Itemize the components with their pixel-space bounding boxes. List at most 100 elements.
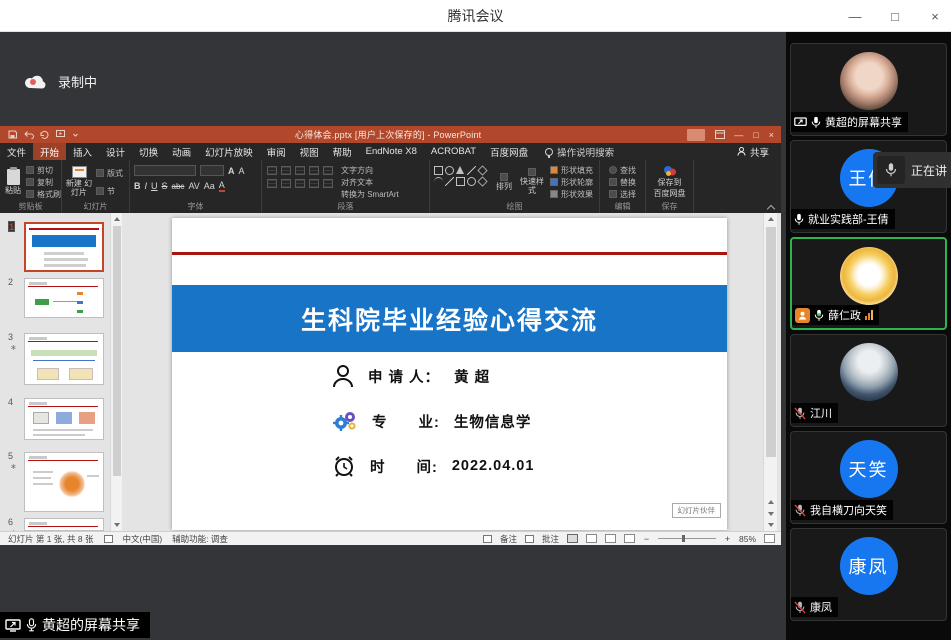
minimize-button[interactable]: — bbox=[847, 9, 863, 24]
tab-review[interactable]: 审阅 bbox=[260, 143, 293, 160]
tab-slideshow[interactable]: 幻灯片放映 bbox=[198, 143, 260, 160]
copy-button[interactable]: 复制 bbox=[26, 177, 61, 188]
previous-slide-button[interactable] bbox=[764, 496, 778, 507]
redo-button[interactable] bbox=[40, 130, 49, 139]
slide-field-date[interactable]: 时 间: 2022.04.01 bbox=[332, 453, 534, 479]
participant-tile[interactable]: 天笑 我自横刀向天笑 bbox=[790, 431, 947, 524]
scroll-up-button[interactable] bbox=[764, 213, 778, 225]
ribbon-display-options-icon[interactable] bbox=[715, 130, 724, 139]
increase-indent-button[interactable] bbox=[309, 166, 319, 175]
align-center-button[interactable] bbox=[281, 179, 291, 188]
scroll-down-button[interactable] bbox=[764, 519, 778, 531]
participant-tile[interactable]: 康凤 康凤 bbox=[790, 528, 947, 621]
scroll-up-button[interactable] bbox=[111, 213, 123, 225]
text-direction-button[interactable]: 文字方向 bbox=[341, 165, 399, 176]
font-color-button[interactable]: A bbox=[219, 180, 225, 192]
numbering-button[interactable] bbox=[281, 166, 291, 175]
slide-thumbnail-2[interactable] bbox=[24, 278, 104, 318]
align-text-button[interactable]: 对齐文本 bbox=[341, 177, 399, 188]
slideshow-view-button[interactable] bbox=[624, 534, 635, 543]
notes-button[interactable]: 备注 bbox=[500, 533, 517, 545]
language-status[interactable]: 中文(中国) bbox=[123, 533, 163, 545]
slide-title-box[interactable]: 生科院毕业经验心得交流 bbox=[172, 285, 727, 352]
undo-button[interactable] bbox=[24, 130, 33, 139]
format-painter-button[interactable]: 格式刷 bbox=[26, 189, 61, 200]
paste-button[interactable]: 粘贴 bbox=[0, 163, 26, 201]
tab-transitions[interactable]: 切换 bbox=[132, 143, 165, 160]
ppt-close-button[interactable]: × bbox=[769, 130, 774, 140]
slide-field-major[interactable]: 专 业: 生物信息学 bbox=[332, 408, 531, 434]
thumbnail-scrollbar[interactable] bbox=[110, 213, 122, 531]
participant-tile-active-speaker[interactable]: 薛仁政 bbox=[790, 237, 947, 330]
fit-to-window-button[interactable] bbox=[764, 534, 775, 543]
quick-styles-button[interactable]: 快速样式 bbox=[517, 168, 547, 196]
zoom-slider-knob[interactable] bbox=[682, 535, 685, 542]
close-button[interactable]: × bbox=[927, 9, 943, 24]
slide-thumbnail-4[interactable] bbox=[24, 398, 104, 440]
ppt-minimize-button[interactable]: — bbox=[734, 130, 743, 140]
slide-field-applicant[interactable]: 申 请 人： 黄 超 bbox=[332, 363, 490, 389]
decrease-indent-button[interactable] bbox=[295, 166, 305, 175]
tab-animations[interactable]: 动画 bbox=[165, 143, 198, 160]
tell-me-search[interactable]: 操作说明搜索 bbox=[535, 143, 624, 160]
underline-button[interactable]: U bbox=[151, 181, 158, 191]
slide-sorter-view-button[interactable] bbox=[586, 534, 597, 543]
save-to-baidu-netdisk-button[interactable]: 保存到 百度网盘 bbox=[653, 163, 687, 201]
tab-design[interactable]: 设计 bbox=[99, 143, 132, 160]
zoom-in-button[interactable]: + bbox=[724, 534, 731, 544]
character-spacing-button[interactable]: AV bbox=[188, 181, 199, 191]
collapse-ribbon-button[interactable] bbox=[767, 205, 775, 210]
tab-insert[interactable]: 插入 bbox=[66, 143, 99, 160]
change-case-button[interactable]: Aa bbox=[204, 181, 215, 191]
tab-help[interactable]: 帮助 bbox=[326, 143, 359, 160]
select-button[interactable]: 选择 bbox=[609, 189, 636, 200]
document-scrollbar[interactable] bbox=[763, 213, 777, 531]
tab-home[interactable]: 开始 bbox=[33, 143, 66, 160]
comments-button[interactable]: 批注 bbox=[542, 533, 559, 545]
slide-thumbnail-6[interactable] bbox=[24, 518, 104, 531]
justify-button[interactable] bbox=[309, 179, 319, 188]
zoom-slider[interactable] bbox=[658, 538, 716, 539]
shrink-font-button[interactable]: A bbox=[239, 166, 245, 176]
grow-font-button[interactable]: A bbox=[228, 166, 235, 176]
normal-view-button[interactable] bbox=[567, 534, 578, 543]
accessibility-status[interactable]: 辅助功能: 调查 bbox=[172, 533, 228, 545]
tab-endnote[interactable]: EndNote X8 bbox=[359, 143, 424, 160]
maximize-button[interactable]: □ bbox=[887, 9, 903, 24]
bullets-button[interactable] bbox=[267, 166, 277, 175]
line-spacing-button[interactable] bbox=[323, 166, 333, 175]
columns-button[interactable] bbox=[323, 179, 333, 188]
cut-button[interactable]: 剪切 bbox=[26, 165, 61, 176]
slide-thumbnail-5[interactable] bbox=[24, 452, 104, 512]
italic-button[interactable]: I bbox=[145, 181, 148, 191]
font-name-select[interactable] bbox=[134, 165, 196, 176]
tab-view[interactable]: 视图 bbox=[293, 143, 326, 160]
clear-formatting-button[interactable]: abc bbox=[172, 182, 185, 191]
spell-check-icon[interactable] bbox=[104, 535, 113, 543]
tab-file[interactable]: 文件 bbox=[0, 143, 33, 160]
layout-button[interactable]: 版式 bbox=[96, 168, 123, 179]
find-button[interactable]: 查找 bbox=[609, 165, 636, 176]
replace-button[interactable]: 替换 bbox=[609, 177, 636, 188]
convert-smartart-button[interactable]: 转换为 SmartArt bbox=[341, 189, 399, 200]
shapes-gallery[interactable] bbox=[430, 163, 491, 201]
zoom-level[interactable]: 85% bbox=[739, 534, 756, 544]
font-size-select[interactable] bbox=[200, 165, 224, 176]
shape-outline-button[interactable]: 形状轮廓 bbox=[550, 177, 593, 188]
shape-fill-button[interactable]: 形状填充 bbox=[550, 165, 593, 176]
slide-thumbnail-3[interactable] bbox=[24, 333, 104, 385]
save-button[interactable] bbox=[8, 130, 17, 139]
tab-acrobat[interactable]: ACROBAT bbox=[424, 143, 483, 160]
tab-baidu-netdisk[interactable]: 百度网盘 bbox=[483, 143, 535, 160]
shape-effects-button[interactable]: 形状效果 bbox=[550, 189, 593, 200]
participant-tile[interactable]: 黄超的屏幕共享 bbox=[790, 43, 947, 136]
scrollbar-thumb[interactable] bbox=[113, 226, 121, 476]
strikethrough-button[interactable]: S bbox=[162, 181, 168, 191]
reading-view-button[interactable] bbox=[605, 534, 616, 543]
account-button[interactable] bbox=[687, 129, 705, 141]
slide-canvas[interactable]: 生科院毕业经验心得交流 申 请 人： 黄 超 bbox=[172, 218, 727, 530]
ppt-maximize-button[interactable]: □ bbox=[753, 130, 758, 140]
zoom-out-button[interactable]: − bbox=[643, 534, 650, 544]
scroll-down-button[interactable] bbox=[111, 519, 123, 531]
participant-tile[interactable]: 江川 bbox=[790, 334, 947, 427]
